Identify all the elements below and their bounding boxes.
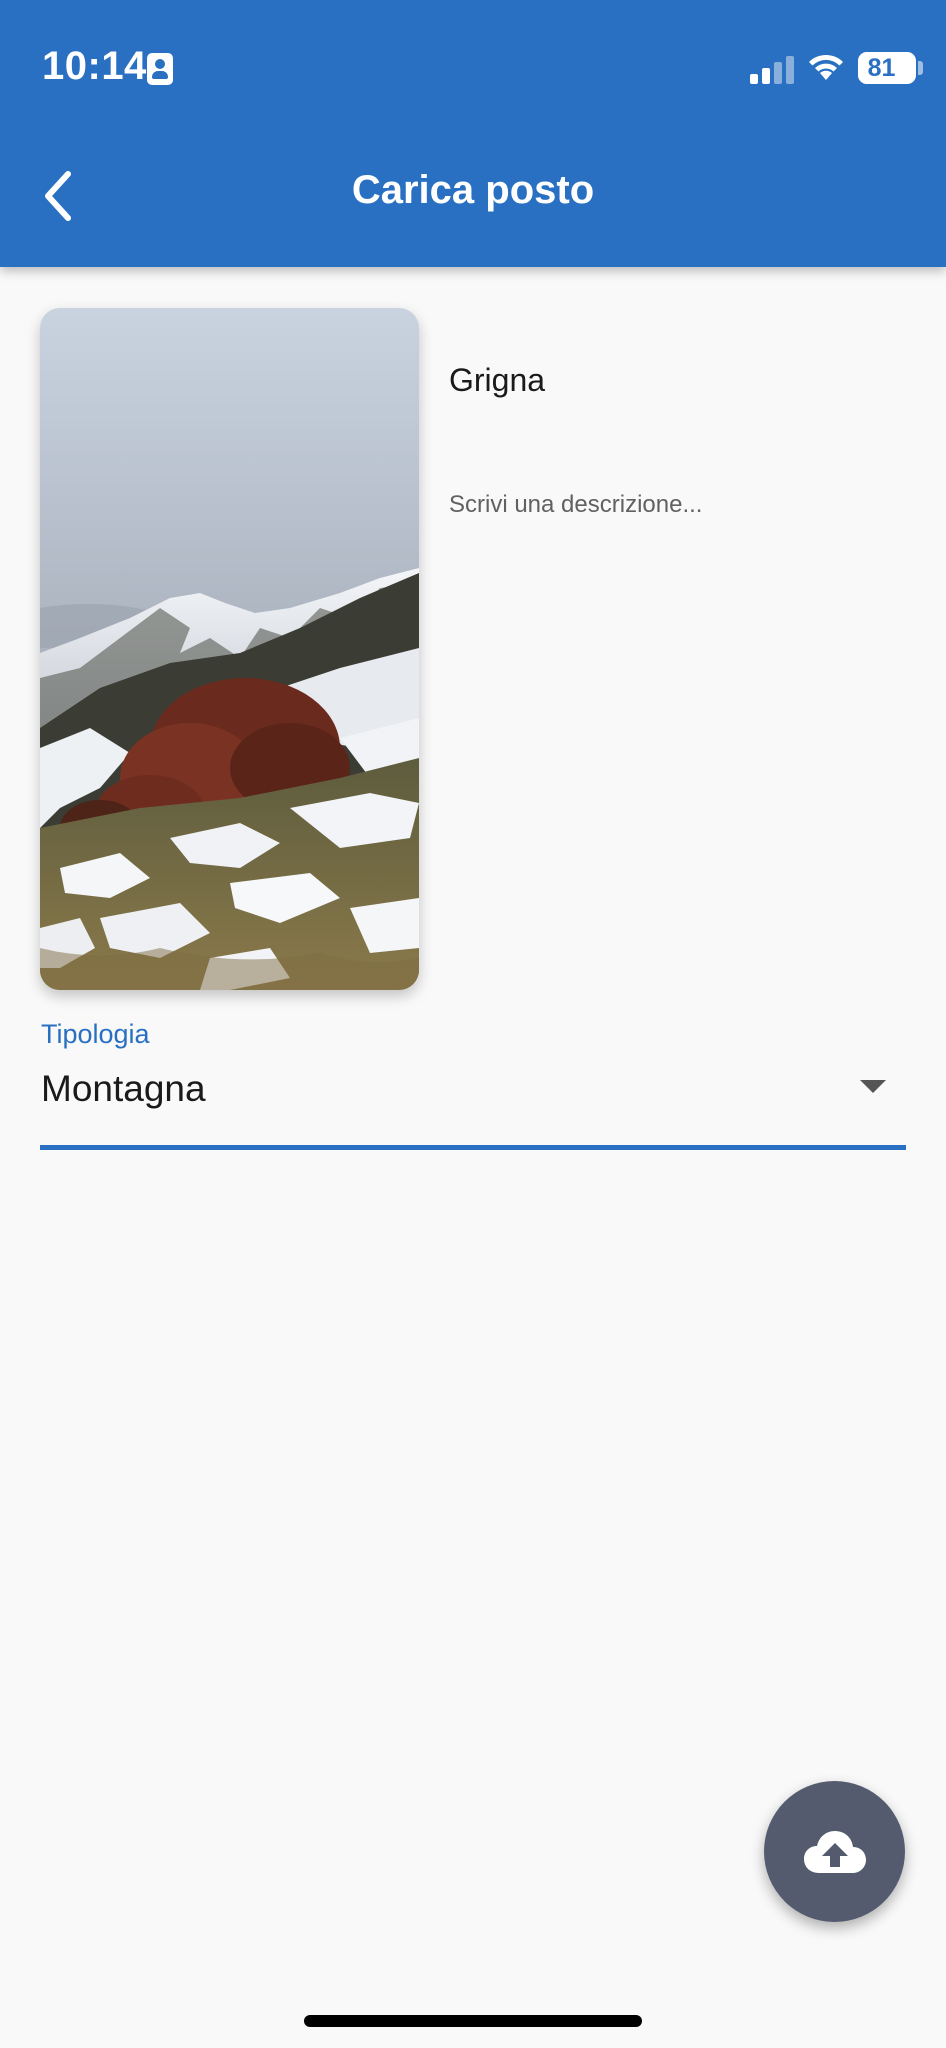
description-field[interactable]: Scrivi una descrizione... [449,491,702,519]
place-name-field[interactable]: Grigna [449,362,545,399]
upload-button[interactable] [764,1781,905,1922]
mountain-photo-image [40,308,419,990]
page-title: Carica posto [351,168,595,212]
status-time: 10:14 [42,44,147,88]
battery-empty [905,52,916,84]
home-indicator [304,2015,642,2027]
place-photo[interactable] [40,308,419,990]
signal-icon [750,56,794,84]
battery-percentage: 81 [867,54,896,82]
type-label: Tipologia [41,1019,150,1049]
battery-icon: 81 [858,52,916,84]
dropdown-arrow-icon [860,1080,886,1093]
upload-place-screen: 10:14 81 Carica posto Grigna Scrivi una … [0,0,946,2048]
type-dropdown[interactable]: Montagna [40,1058,906,1150]
battery-level: 81 [858,52,905,84]
wifi-icon [809,54,843,80]
contact-badge-icon [147,53,173,85]
cloud-upload-icon [803,1830,866,1873]
type-underline [40,1145,906,1150]
app-bar: 10:14 81 Carica posto [0,0,946,267]
battery-tip [918,61,923,75]
type-selected-value: Montagna [41,1068,206,1109]
